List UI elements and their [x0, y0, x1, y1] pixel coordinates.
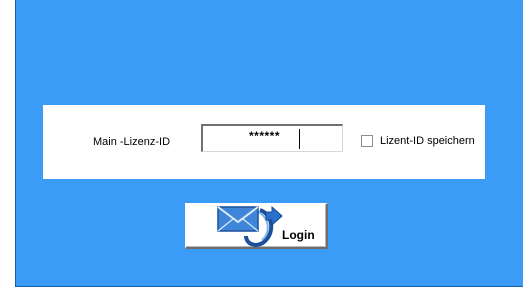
blue-background-panel: Main -Lizenz-ID ****** Lizent-ID speiche…	[15, 0, 523, 287]
license-id-input[interactable]: ******	[201, 124, 343, 152]
checkbox-icon[interactable]	[361, 135, 373, 147]
text-caret	[299, 129, 300, 149]
login-box: Main -Lizenz-ID ****** Lizent-ID speiche…	[43, 105, 485, 179]
login-button[interactable]: Login	[185, 203, 328, 249]
remember-id-checkbox[interactable]: Lizent-ID speichern	[361, 135, 475, 147]
app-window: Main -Lizenz-ID ****** Lizent-ID speiche…	[0, 0, 528, 295]
remember-id-label: Lizent-ID speichern	[380, 135, 475, 147]
login-label: Login	[282, 228, 315, 242]
license-id-value: ******	[248, 129, 281, 143]
license-id-label: Main -Lizenz-ID	[93, 136, 171, 148]
